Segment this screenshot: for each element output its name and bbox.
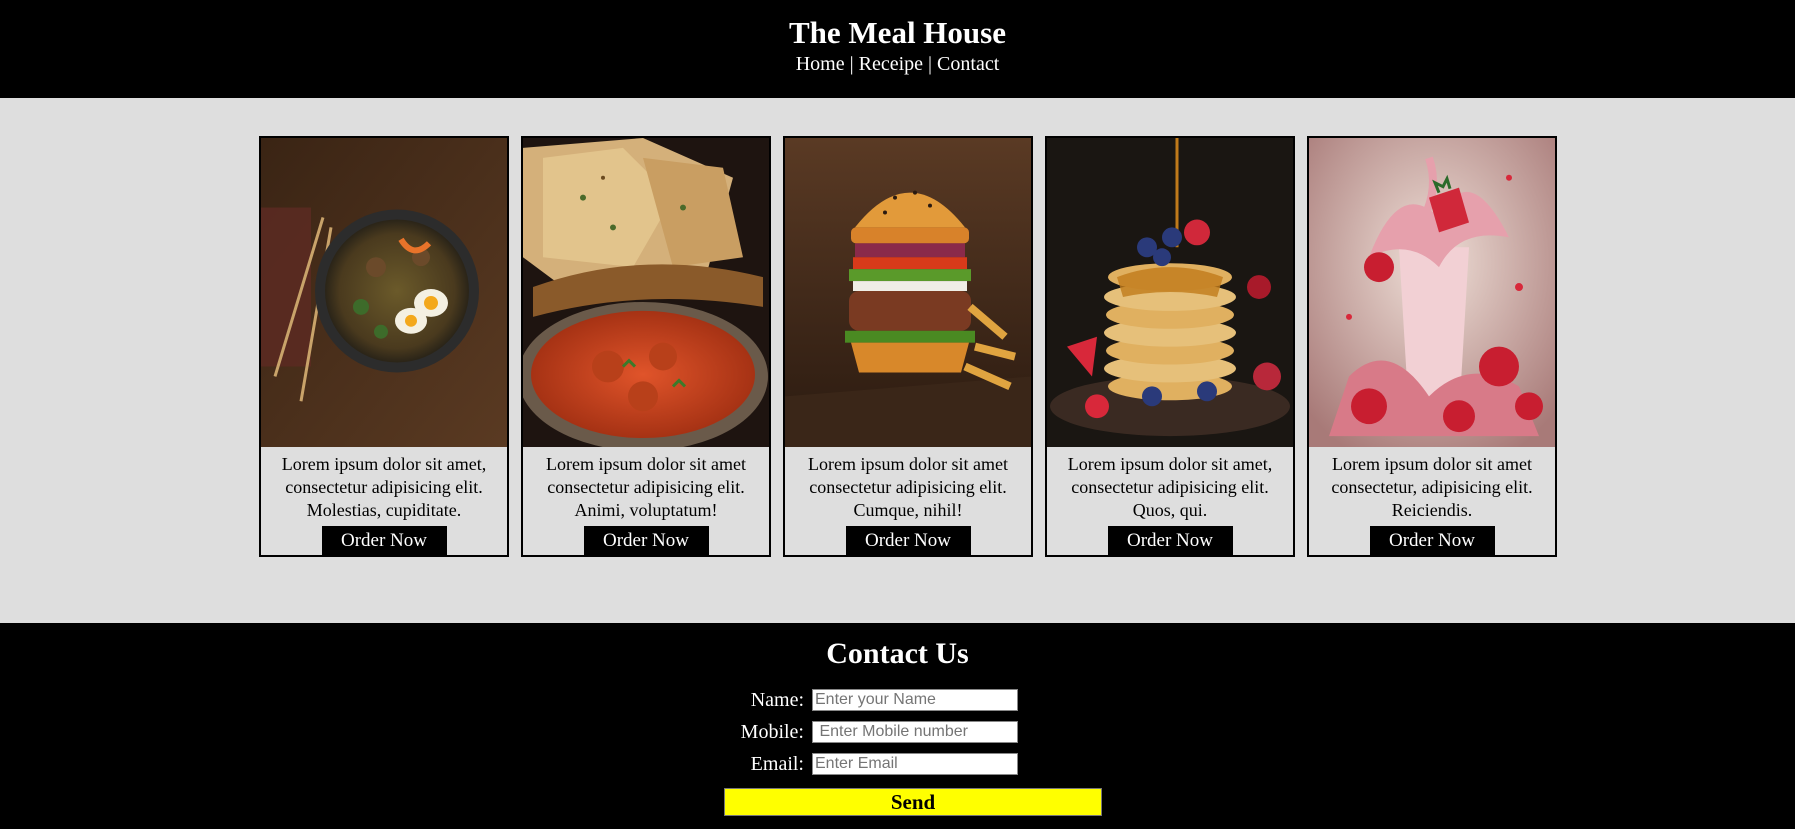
card-description: Lorem ipsum dolor sit amet consectetur a… <box>546 454 746 520</box>
food-card: Lorem ipsum dolor sit amet consectetur a… <box>521 136 771 557</box>
nav-home-link[interactable]: Home <box>796 53 845 75</box>
name-input[interactable] <box>812 689 1018 711</box>
card-description: Lorem ipsum dolor sit amet consectetur a… <box>808 454 1008 520</box>
card-description: Lorem ipsum dolor sit amet consectetur, … <box>1331 454 1533 520</box>
food-card: Lorem ipsum dolor sit amet consectetur, … <box>1307 136 1557 557</box>
main-nav: Home | Receipe | Contact <box>0 50 1795 78</box>
pancakes-image <box>1047 138 1293 447</box>
form-row-name: Name: <box>739 684 1018 716</box>
strawberry-milkshake-image <box>1309 138 1555 447</box>
card-description: Lorem ipsum dolor sit amet, consectetur … <box>1067 454 1273 520</box>
food-card: Lorem ipsum dolor sit amet, consectetur … <box>1045 136 1295 557</box>
order-now-button[interactable]: Order Now <box>583 526 709 555</box>
burger-image <box>785 138 1031 447</box>
food-card: Lorem ipsum dolor sit amet consectetur a… <box>783 136 1033 557</box>
email-label: Email: <box>750 752 804 775</box>
form-row-mobile: Mobile: <box>739 716 1018 748</box>
ramen-bowl-image <box>261 138 507 447</box>
nav-separator: | <box>928 53 933 75</box>
mobile-input[interactable] <box>812 721 1018 743</box>
nav-contact-link[interactable]: Contact <box>937 53 999 75</box>
contact-title: Contact Us <box>826 637 969 670</box>
naan-curry-image <box>523 138 769 447</box>
email-input[interactable] <box>812 753 1018 775</box>
menu-section: Lorem ipsum dolor sit amet, consectetur … <box>0 98 1795 623</box>
nav-receipe-link[interactable]: Receipe <box>859 53 923 75</box>
food-card: Lorem ipsum dolor sit amet, consectetur … <box>259 136 509 557</box>
order-now-button[interactable]: Order Now <box>1107 526 1233 555</box>
order-now-button[interactable]: Order Now <box>1369 526 1495 555</box>
contact-section: Contact Us Name: Mobile: Email: Send <box>0 623 1795 829</box>
order-now-button[interactable]: Order Now <box>845 526 971 555</box>
send-button[interactable]: Send <box>724 788 1102 816</box>
mobile-label: Mobile: <box>740 720 804 743</box>
site-title: The Meal House <box>789 15 1006 50</box>
order-now-button[interactable]: Order Now <box>321 526 447 555</box>
name-label: Name: <box>750 688 804 711</box>
form-row-email: Email: <box>739 748 1018 780</box>
nav-separator: | <box>849 53 854 75</box>
card-description: Lorem ipsum dolor sit amet, consectetur … <box>281 454 487 520</box>
site-header: The Meal House Home | Receipe | Contact <box>0 0 1795 98</box>
contact-form: Name: Mobile: Email: <box>739 684 1018 780</box>
food-card-list: Lorem ipsum dolor sit amet, consectetur … <box>259 136 1557 557</box>
